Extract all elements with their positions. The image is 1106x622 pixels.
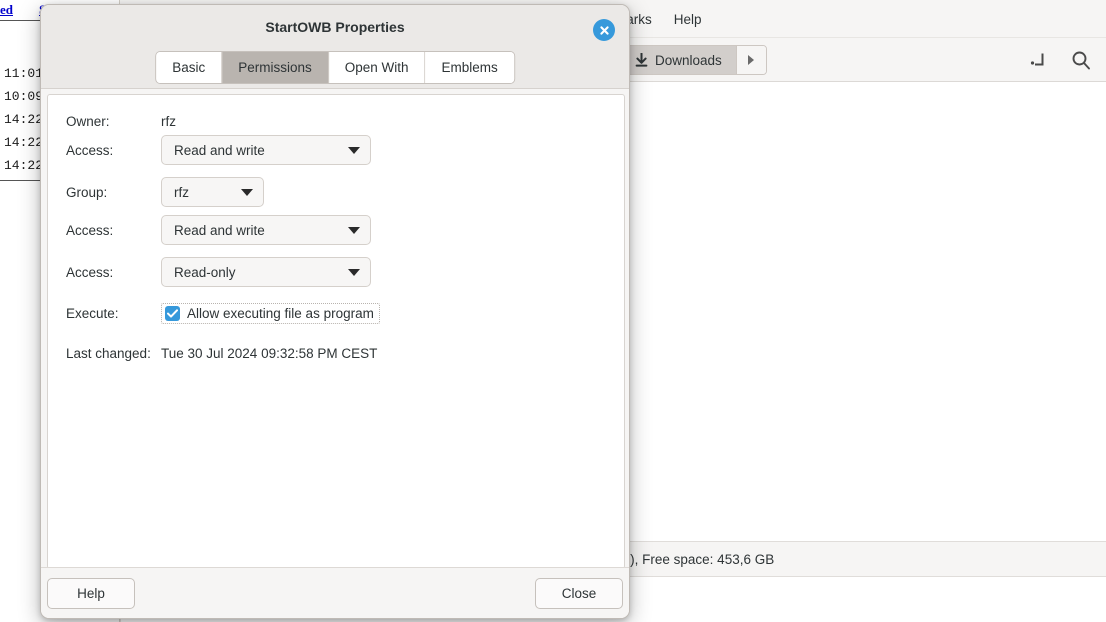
tab-open-with[interactable]: Open With <box>328 52 426 83</box>
chevron-down-icon <box>348 226 360 234</box>
group-dropdown[interactable]: rfz <box>161 177 264 207</box>
last-changed-value: Tue 30 Jul 2024 09:32:58 PM CEST <box>161 345 378 361</box>
toolbar-actions <box>1028 45 1092 75</box>
dialog-footer: Help Close <box>41 567 629 618</box>
group-access-row: Access: Read and write <box>66 215 606 245</box>
help-button[interactable]: Help <box>47 578 135 609</box>
group-label: Group: <box>66 184 108 200</box>
allow-execute-checkbox[interactable]: Allow executing file as program <box>161 302 380 324</box>
directory-header-lastmodified: ed <box>0 2 13 17</box>
owner-row: Owner: rfz <box>66 107 606 135</box>
group-access-selected-value: Read and write <box>174 222 265 238</box>
search-icon[interactable] <box>1070 49 1092 71</box>
execute-label: Execute: <box>66 305 119 321</box>
tab-permissions[interactable]: Permissions <box>222 52 329 83</box>
dialog-tabs: Basic Permissions Open With Emblems <box>155 51 515 84</box>
group-selected-value: rfz <box>174 184 189 200</box>
owner-value: rfz <box>161 113 176 129</box>
download-arrow-icon <box>635 53 648 67</box>
others-access-selected-value: Read-only <box>174 264 236 280</box>
chevron-down-icon <box>348 268 360 276</box>
last-changed-label: Last changed: <box>66 345 151 361</box>
chevron-down-icon <box>348 146 360 154</box>
checkmark-icon <box>165 305 180 321</box>
owner-access-row: Access: Read and write <box>66 135 606 165</box>
chevron-right-icon[interactable] <box>735 46 766 74</box>
screen: edSize Description 11:01 10:09 14:22 14:… <box>0 0 1106 622</box>
dialog-title: StartOWB Properties <box>265 19 405 35</box>
owner-access-selected-value: Read and write <box>174 142 265 158</box>
group-access-label: Access: <box>66 222 114 238</box>
properties-dialog: StartOWB Properties Basic Permissions Op… <box>40 4 630 619</box>
others-access-label: Access: <box>66 264 114 280</box>
permissions-panel: Owner: rfz Access: Read and write Group:… <box>47 94 625 569</box>
breadcrumb: Downloads <box>620 45 767 75</box>
breadcrumb-label: Downloads <box>655 52 722 68</box>
tab-basic[interactable]: Basic <box>156 52 223 83</box>
allow-execute-label: Allow executing file as program <box>187 305 374 321</box>
others-access-row: Access: Read-only <box>66 257 606 287</box>
close-button[interactable]: Close <box>535 578 623 609</box>
others-access-dropdown[interactable]: Read-only <box>161 257 371 287</box>
owner-access-dropdown[interactable]: Read and write <box>161 135 371 165</box>
tab-emblems[interactable]: Emblems <box>425 52 514 83</box>
view-toggle-icon[interactable] <box>1028 49 1050 71</box>
owner-access-label: Access: <box>66 142 114 158</box>
permissions-form: Owner: rfz Access: Read and write Group:… <box>66 107 606 367</box>
execute-row: Execute: Allow executing file as program <box>66 299 606 327</box>
group-row: Group: rfz <box>66 177 606 207</box>
menu-help[interactable]: Help <box>674 12 702 27</box>
breadcrumb-item-downloads[interactable]: Downloads <box>621 46 736 74</box>
owner-label: Owner: <box>66 113 110 129</box>
last-changed-row: Last changed: Tue 30 Jul 2024 09:32:58 P… <box>66 339 606 367</box>
close-circle-icon[interactable] <box>593 19 615 41</box>
chevron-down-icon <box>241 188 253 196</box>
dialog-header: StartOWB Properties Basic Permissions Op… <box>41 5 629 89</box>
group-access-dropdown[interactable]: Read and write <box>161 215 371 245</box>
